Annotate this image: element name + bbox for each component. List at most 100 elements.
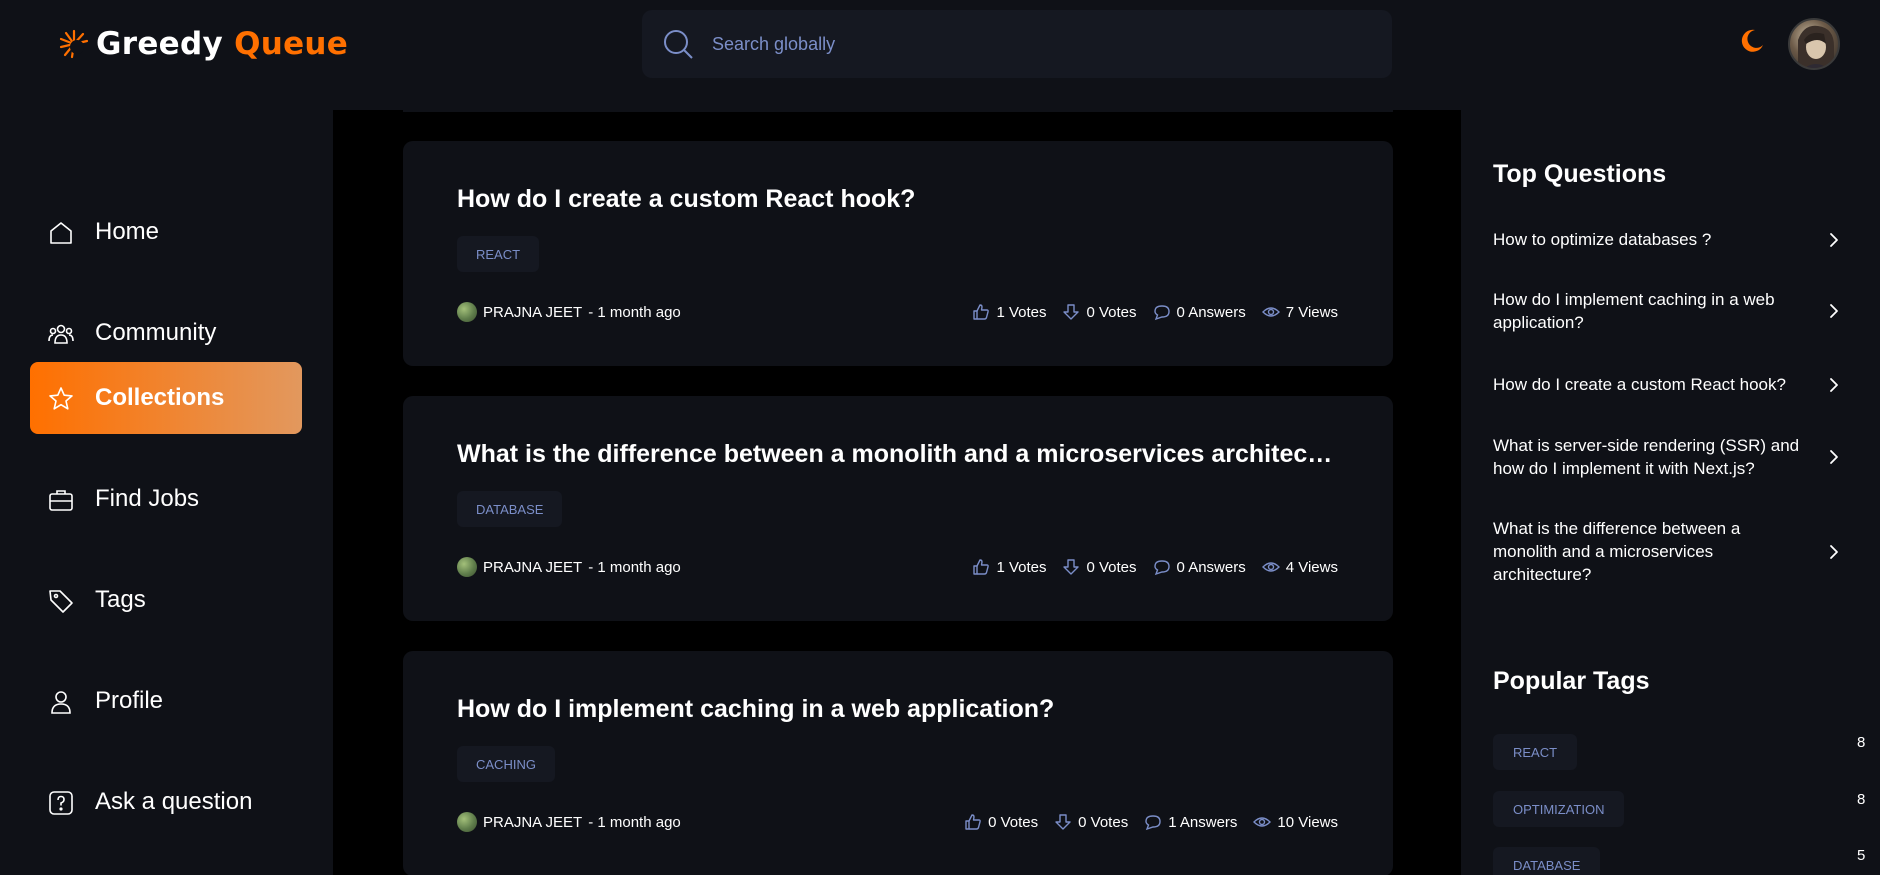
top-question-item[interactable]: How do I implement caching in a web appl…	[1493, 288, 1843, 334]
author-name: PRAJNA JEET	[483, 558, 583, 576]
answers-count: 0 Answers	[1176, 558, 1246, 576]
question-title[interactable]: What is the difference between a monolit…	[457, 440, 1337, 469]
upvote-stat: 0 Votes	[964, 813, 1038, 831]
question-time: - 1 month ago	[588, 813, 681, 831]
author-avatar	[457, 557, 477, 577]
popular-tag-count: 5	[1857, 847, 1866, 864]
question-tag[interactable]: CACHING	[457, 746, 555, 782]
question-title[interactable]: How do I implement caching in a web appl…	[457, 695, 1337, 724]
question-author[interactable]: PRAJNA JEET - 1 month ago	[457, 556, 681, 578]
chevron-right-icon	[1830, 377, 1838, 392]
sidebar-item-label: Collections	[95, 384, 225, 411]
logo-burst-icon	[59, 29, 89, 59]
sidebar-item-tags[interactable]: Tags	[30, 564, 302, 636]
top-question-item[interactable]: What is server-side rendering (SSR) and …	[1493, 434, 1843, 480]
downvote-stat: 0 Votes	[1062, 303, 1137, 321]
top-question-item[interactable]: What is the difference between a monolit…	[1493, 517, 1843, 586]
popular-tags-title: Popular Tags	[1493, 667, 1650, 695]
top-question-text: What is the difference between a monolit…	[1493, 519, 1741, 584]
top-questions-title: Top Questions	[1493, 160, 1667, 188]
question-card[interactable]: How do I implement caching in a web appl…	[403, 651, 1393, 875]
thumbs-up-icon	[973, 304, 990, 320]
upvote-count: 0 Votes	[988, 813, 1039, 831]
moon-icon[interactable]	[1736, 26, 1766, 56]
search-icon	[664, 30, 693, 59]
search-input[interactable]	[712, 24, 1352, 64]
left-sidebar: Home Community Collections Find Jobs Tag…	[0, 110, 333, 875]
views-count: 4 Views	[1285, 558, 1338, 576]
home-icon	[50, 222, 72, 244]
question-author[interactable]: PRAJNA JEET - 1 month ago	[457, 811, 681, 833]
user-avatar[interactable]	[1788, 18, 1840, 70]
top-question-text: How to optimize databases ?	[1493, 230, 1712, 249]
popular-tag[interactable]: OPTIMIZATION	[1493, 791, 1625, 827]
sidebar-item-collections[interactable]: Collections	[30, 362, 302, 434]
answers-stat: 0 Answers	[1153, 303, 1246, 321]
arrow-down-icon	[1063, 304, 1080, 320]
popular-tag-count: 8	[1857, 791, 1866, 808]
sidebar-item-home[interactable]: Home	[30, 196, 302, 268]
upvote-count: 1 Votes	[996, 558, 1047, 576]
top-question-item[interactable]: How to optimize databases ?	[1493, 228, 1843, 251]
downvote-count: 0 Votes	[1086, 558, 1137, 576]
downvote-count: 0 Votes	[1086, 303, 1137, 321]
downvote-count: 0 Votes	[1078, 813, 1129, 831]
question-card[interactable]: How do I create a custom React hook? REA…	[403, 141, 1393, 366]
question-tag[interactable]: DATABASE	[457, 491, 563, 527]
question-feed: How do I create a custom React hook? REA…	[333, 110, 1461, 875]
user-icon	[51, 691, 71, 714]
community-icon	[48, 324, 74, 344]
popular-tag[interactable]: DATABASE	[1493, 847, 1601, 875]
top-question-item[interactable]: How do I create a custom React hook?	[1493, 373, 1843, 396]
answers-stat: 1 Answers	[1144, 813, 1237, 831]
answers-count: 1 Answers	[1168, 813, 1238, 831]
popular-tag-count: 8	[1857, 734, 1866, 751]
question-icon	[49, 791, 73, 815]
arrow-down-icon	[1055, 814, 1071, 830]
previous-card-edge	[403, 110, 1393, 112]
views-count: 7 Views	[1285, 303, 1338, 321]
question-card[interactable]: What is the difference between a monolit…	[403, 396, 1393, 621]
answers-stat: 0 Answers	[1153, 558, 1246, 576]
answers-count: 0 Answers	[1176, 303, 1246, 321]
author-name: PRAJNA JEET	[483, 303, 583, 321]
sidebar-item-find-jobs[interactable]: Find Jobs	[30, 463, 302, 535]
global-search	[642, 10, 1392, 78]
tag-icon	[49, 590, 73, 613]
brand-logo[interactable]: Greedy Queue	[58, 26, 348, 62]
brand-name: Greedy Queue	[96, 26, 348, 62]
question-author[interactable]: PRAJNA JEET - 1 month ago	[457, 301, 681, 323]
upvote-stat: 1 Votes	[972, 558, 1046, 576]
author-avatar	[457, 812, 477, 832]
sidebar-item-label: Tags	[95, 586, 146, 613]
question-tag[interactable]: REACT	[457, 236, 540, 272]
star-icon	[49, 387, 73, 410]
question-stats: 1 Votes 0 Votes 0 Answers 4 Views	[972, 556, 1338, 578]
message-icon	[1153, 560, 1170, 576]
question-title[interactable]: How do I create a custom React hook?	[457, 185, 1337, 214]
sidebar-item-label: Find Jobs	[95, 485, 200, 512]
downvote-stat: 0 Votes	[1062, 558, 1137, 576]
chevron-right-icon	[1830, 232, 1838, 247]
brand-name-part1: Greedy	[96, 26, 223, 62]
author-avatar	[457, 302, 477, 322]
thumbs-up-icon	[973, 559, 990, 575]
question-time: - 1 month ago	[588, 558, 681, 576]
eye-icon	[1261, 562, 1280, 572]
top-question-text: How do I implement caching in a web appl…	[1493, 290, 1775, 332]
chevron-right-icon	[1830, 304, 1838, 318]
right-sidebar: Top Questions How to optimize databases …	[1461, 110, 1880, 875]
sidebar-item-label: Ask a question	[95, 788, 253, 815]
sidebar-item-ask-question[interactable]: Ask a question	[30, 766, 302, 838]
brand-name-part2: Queue	[234, 26, 349, 62]
question-stats: 1 Votes 0 Votes 0 Answers 7 Views	[972, 301, 1338, 323]
views-stat: 10 Views	[1253, 813, 1338, 831]
sidebar-item-label: Home	[95, 218, 160, 245]
eye-icon	[1261, 307, 1280, 317]
sidebar-item-profile[interactable]: Profile	[30, 665, 302, 737]
sidebar-item-community[interactable]: Community	[30, 297, 302, 369]
briefcase-icon	[49, 490, 73, 511]
popular-tag[interactable]: REACT	[1493, 734, 1578, 770]
views-stat: 7 Views	[1261, 303, 1338, 321]
eye-icon	[1253, 817, 1272, 827]
